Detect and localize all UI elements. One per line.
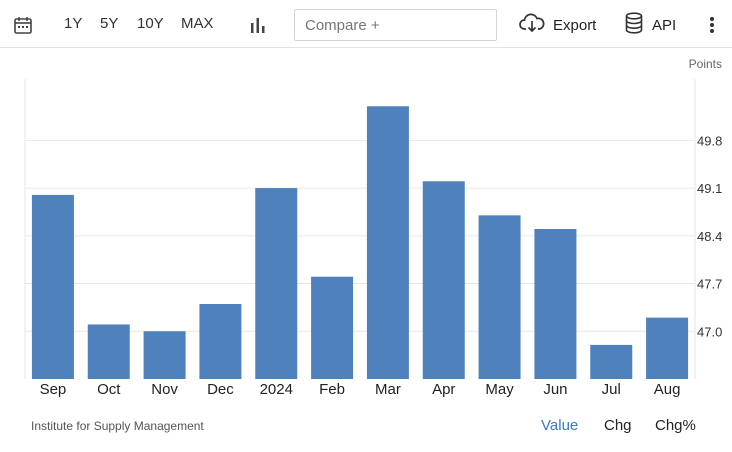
x-tick-label: Mar [375,381,401,398]
tab-chg[interactable]: Chg [604,417,632,434]
x-tick-label: Apr [432,381,455,398]
y-tick-label: 48.4 [697,229,722,244]
bar [534,229,577,379]
bar [31,194,74,379]
x-tick-label: Dec [207,381,234,398]
x-tick-label: Aug [654,381,681,398]
bar [199,304,242,379]
y-tick-label: 49.8 [697,133,722,148]
x-tick-label: Nov [151,381,178,398]
x-tick-label: Jul [602,381,621,398]
y-tick-label: 47.7 [697,277,722,292]
bar [590,344,633,379]
tab-value[interactable]: Value [541,417,578,434]
x-tick-label: May [485,381,514,398]
source-label: Institute for Supply Management [31,419,204,433]
bar [646,317,689,379]
y-tick-label: 49.1 [697,181,722,196]
bar [478,215,521,379]
bar [366,106,409,379]
bar [143,331,186,379]
bar-chart: 47.0 47.7 48.4 49.1 49.8 Sep Oct Nov Dec 2024 Feb M… [24,79,722,398]
bar [255,188,298,379]
tab-chg-percent[interactable]: Chg% [655,417,696,434]
y-tick-label: 47.0 [697,324,722,339]
bar [422,181,465,379]
x-tick-label: 2024 [260,381,293,398]
x-tick-label: Jun [543,381,567,398]
x-tick-label: Sep [40,381,67,398]
x-tick-label: Feb [319,381,345,398]
x-tick-label: Oct [97,381,121,398]
bar [87,324,130,379]
bar [311,276,354,379]
